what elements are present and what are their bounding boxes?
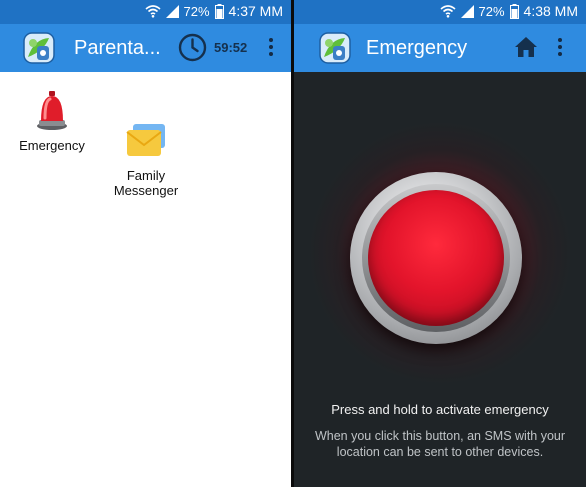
signal-icon — [460, 4, 474, 18]
emergency-button[interactable] — [350, 172, 522, 344]
home-icon[interactable] — [514, 36, 538, 58]
app-title: Emergency — [366, 37, 468, 59]
wifi-icon — [439, 4, 456, 18]
status-bar: 72% 4:38 MM — [294, 0, 586, 24]
status-bar: 72% 4:37 MM — [0, 0, 291, 24]
status-time: 4:38 MM — [523, 3, 578, 19]
launcher-label-emergency: Emergency — [19, 138, 85, 153]
launcher-item-family-messenger[interactable]: Family Messenger — [101, 88, 191, 198]
description-text: When you click this button, an SMS with … — [314, 429, 566, 459]
battery-percent: 72% — [183, 3, 210, 19]
overflow-menu-icon[interactable] — [268, 38, 274, 58]
timer-countdown: 59:52 — [214, 40, 248, 55]
battery-icon — [509, 3, 519, 19]
launcher-item-emergency[interactable]: Emergency — [7, 88, 97, 153]
signal-icon — [165, 4, 179, 18]
instruction-text: Press and hold to activate emergency — [331, 402, 549, 417]
app-title: Parenta... — [74, 37, 161, 59]
launcher-label-family-messenger: Family Messenger — [113, 168, 179, 198]
app-logo-icon[interactable] — [22, 31, 56, 65]
battery-icon — [214, 3, 224, 19]
battery-percent: 72% — [478, 3, 505, 19]
status-time: 4:37 MM — [228, 3, 283, 19]
app-logo-icon[interactable] — [318, 31, 352, 65]
emergency-button-face — [368, 190, 504, 326]
envelope-icon — [124, 103, 168, 156]
timer-icon[interactable] — [178, 33, 207, 62]
wifi-icon — [144, 4, 161, 18]
app-bar: Parenta... 59:52 — [0, 24, 291, 72]
overflow-menu-icon[interactable] — [557, 38, 563, 58]
emergency-screen: 72% 4:38 MM Emergency Press and hold to … — [294, 0, 586, 487]
siren-icon — [30, 88, 74, 132]
app-bar: Emergency — [294, 24, 586, 72]
parental-control-screen: 72% 4:37 MM Parenta... 59:52 Emergency F… — [0, 0, 291, 487]
